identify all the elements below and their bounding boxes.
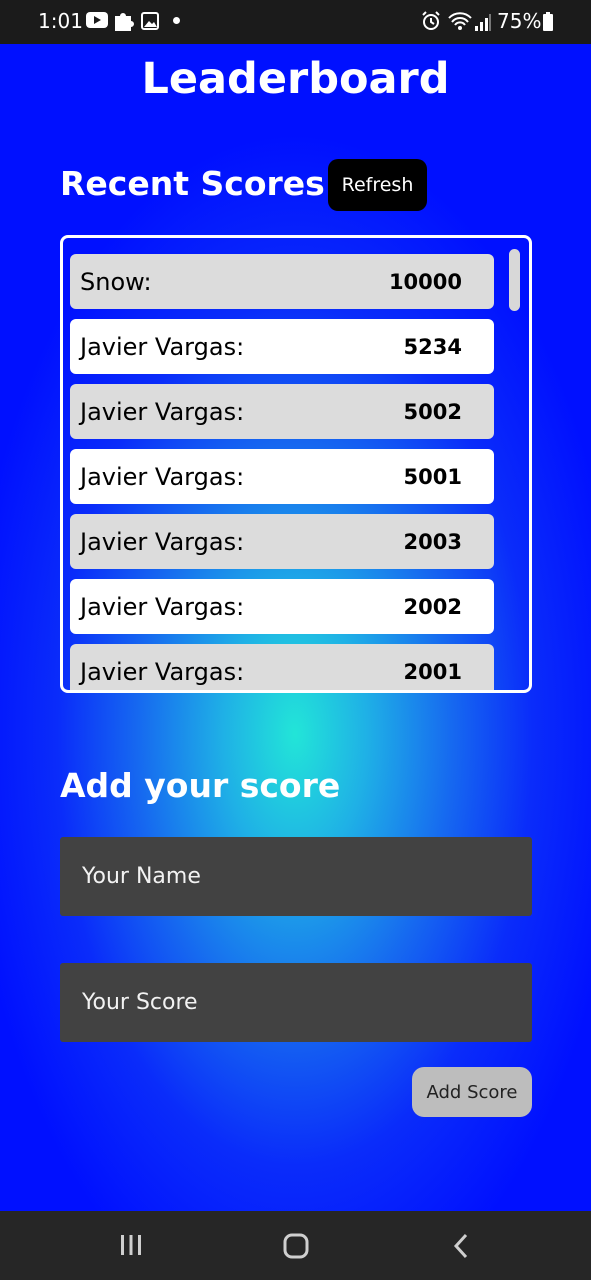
score-value: 10000 (388, 269, 462, 294)
recent-scores-heading: Recent Scores (60, 164, 325, 203)
score-row: Javier Vargas: 5002 (70, 384, 494, 439)
back-icon[interactable] (452, 1233, 470, 1259)
score-name: Snow: (80, 267, 152, 296)
score-name: Javier Vargas: (80, 397, 245, 426)
battery-icon (543, 12, 553, 31)
score-name: Javier Vargas: (80, 527, 245, 556)
score-value: 2002 (403, 594, 462, 619)
score-value: 2001 (403, 659, 462, 684)
battery-percent: 75% (497, 9, 542, 33)
refresh-button[interactable]: Refresh (328, 159, 427, 211)
status-time: 1:01 (38, 9, 83, 33)
score-value: 5001 (403, 464, 462, 489)
recents-icon[interactable] (119, 1233, 143, 1257)
score-row: Javier Vargas: 2003 (70, 514, 494, 569)
youtube-icon (86, 12, 108, 28)
name-input[interactable] (60, 837, 532, 916)
home-icon[interactable] (283, 1233, 309, 1259)
score-name: Javier Vargas: (80, 657, 245, 686)
score-row: Javier Vargas: 5001 (70, 449, 494, 504)
add-score-heading: Add your score (60, 766, 341, 805)
score-name: Javier Vargas: (80, 592, 245, 621)
score-input[interactable] (60, 963, 532, 1042)
navigation-bar (0, 1211, 591, 1280)
score-value: 5234 (403, 334, 462, 359)
gallery-icon (141, 12, 159, 30)
wifi-icon (448, 12, 472, 30)
score-name: Javier Vargas: (80, 332, 245, 361)
add-score-button[interactable]: Add Score (412, 1067, 532, 1117)
score-row: Snow: 10000 (70, 254, 494, 309)
score-row: Javier Vargas: 5234 (70, 319, 494, 374)
score-row: Javier Vargas: 2001 (70, 644, 494, 690)
puzzle-icon (115, 13, 134, 31)
score-value: 5002 (403, 399, 462, 424)
signal-icon (475, 14, 491, 31)
main-content: Leaderboard Recent Scores Refresh Snow: … (0, 44, 591, 1211)
page-title: Leaderboard (141, 54, 450, 104)
status-bar: 1:01 75% (0, 0, 591, 44)
notification-dot-icon (173, 17, 180, 24)
score-row: Javier Vargas: 2002 (70, 579, 494, 634)
scrollbar-thumb[interactable] (509, 249, 520, 311)
score-value: 2003 (403, 529, 462, 554)
score-list-panel[interactable]: Snow: 10000 Javier Vargas: 5234 Javier V… (60, 235, 532, 693)
alarm-icon (422, 11, 440, 30)
score-name: Javier Vargas: (80, 462, 245, 491)
